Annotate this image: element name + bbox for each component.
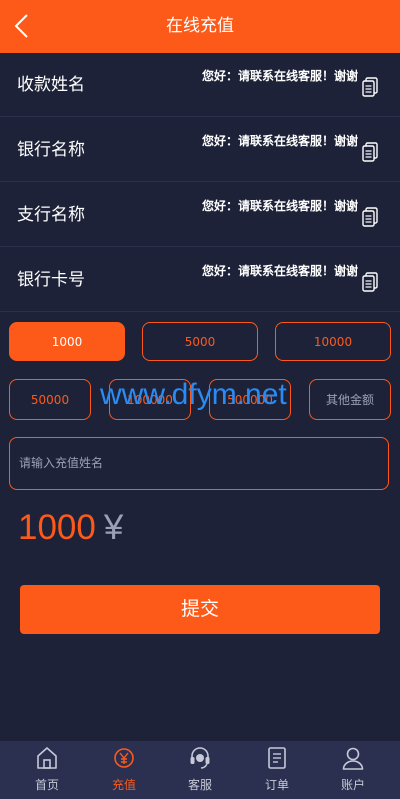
submit-button[interactable]: 提交 bbox=[20, 585, 380, 634]
amount-button-10000[interactable]: 10000 bbox=[275, 322, 391, 361]
amount-button-5000[interactable]: 5000 bbox=[142, 322, 258, 361]
info-row-branch-name: 支行名称 您好：请联系在线客服！谢谢 bbox=[0, 183, 400, 247]
info-row-payee-name: 收款姓名 您好：请联系在线客服！谢谢 bbox=[0, 53, 400, 117]
info-row-bank-name: 银行名称 您好：请联系在线客服！谢谢 bbox=[0, 118, 400, 182]
currency-symbol: ¥ bbox=[103, 508, 124, 547]
info-label: 银行名称 bbox=[17, 140, 85, 160]
tab-label: 账户 bbox=[340, 778, 365, 792]
watermark: www.dfym.net bbox=[100, 378, 287, 411]
amount-value: 1000 bbox=[18, 508, 96, 547]
tab-label: 充值 bbox=[111, 778, 136, 792]
top-nav-bar: 在线充值 bbox=[0, 0, 400, 53]
bottom-tab-bar: 首页 充值 客服 订单 账户 bbox=[0, 741, 400, 799]
copy-icon[interactable] bbox=[362, 207, 378, 227]
tab-account[interactable]: 账户 bbox=[314, 741, 392, 799]
copy-icon[interactable] bbox=[362, 272, 378, 292]
info-row-card-number: 银行卡号 您好：请联系在线客服！谢谢 bbox=[0, 248, 400, 312]
info-value: 您好：请联系在线客服！谢谢 bbox=[201, 69, 358, 83]
home-icon bbox=[37, 747, 57, 769]
copy-icon[interactable] bbox=[362, 77, 378, 97]
info-value: 您好：请联系在线客服！谢谢 bbox=[201, 264, 358, 278]
amount-button-50000[interactable]: 50000 bbox=[9, 379, 91, 420]
info-value: 您好：请联系在线客服！谢谢 bbox=[201, 199, 358, 213]
info-label: 银行卡号 bbox=[17, 270, 85, 290]
info-label: 收款姓名 bbox=[17, 75, 85, 95]
tab-label: 首页 bbox=[34, 778, 59, 792]
tab-home[interactable]: 首页 bbox=[8, 741, 86, 799]
amount-display: 1000 ¥ bbox=[18, 508, 123, 548]
tab-label: 订单 bbox=[264, 778, 289, 792]
order-icon bbox=[268, 747, 286, 769]
tab-label: 客服 bbox=[187, 778, 212, 792]
customer-service-icon bbox=[190, 747, 210, 769]
copy-icon[interactable] bbox=[362, 142, 378, 162]
amount-button-1000[interactable]: 1000 bbox=[9, 322, 125, 361]
custom-amount-input[interactable]: 其他金额 bbox=[309, 379, 391, 420]
recharge-icon bbox=[114, 748, 134, 768]
user-icon bbox=[342, 747, 364, 770]
tab-recharge[interactable]: 充值 bbox=[85, 741, 163, 799]
tab-customer-service[interactable]: 客服 bbox=[161, 741, 239, 799]
info-value: 您好：请联系在线客服！谢谢 bbox=[201, 134, 358, 148]
page-title: 在线充值 bbox=[166, 16, 234, 36]
depositor-name-input[interactable]: 请输入充值姓名 bbox=[9, 437, 389, 490]
tab-orders[interactable]: 订单 bbox=[238, 741, 316, 799]
info-label: 支行名称 bbox=[17, 205, 85, 225]
name-input-placeholder: 请输入充值姓名 bbox=[19, 456, 104, 470]
